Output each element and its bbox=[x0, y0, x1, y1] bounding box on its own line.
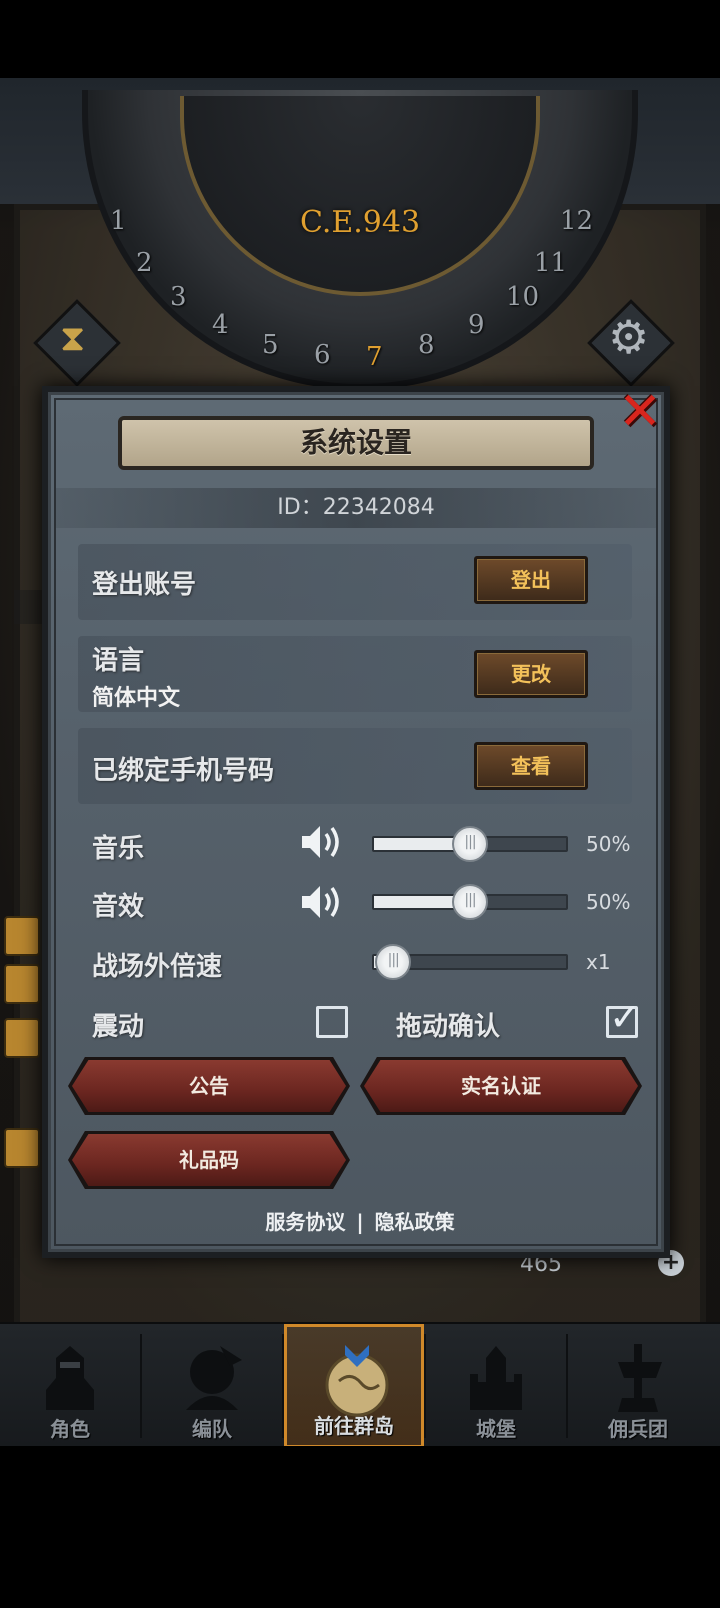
dial-number: 1 bbox=[110, 206, 127, 236]
quest-pin-icon[interactable] bbox=[4, 1018, 40, 1058]
nav-label: 佣兵团 bbox=[608, 1417, 668, 1441]
status-bar-area bbox=[0, 0, 720, 78]
gift-code-button[interactable]: 礼品码 bbox=[72, 1134, 346, 1186]
nav-label: 城堡 bbox=[476, 1417, 516, 1441]
view-phone-button[interactable]: 查看 bbox=[474, 742, 588, 790]
knight-icon bbox=[46, 1346, 94, 1410]
dial-number-current: 7 bbox=[366, 342, 383, 372]
dial-number: 5 bbox=[262, 330, 279, 360]
music-slider[interactable] bbox=[372, 826, 568, 862]
gear-icon: ⚙ bbox=[608, 310, 650, 364]
privacy-policy-link[interactable]: 隐私政策 bbox=[375, 1210, 455, 1234]
nav-label: 前往群岛 bbox=[314, 1414, 394, 1438]
dial-number: 12 bbox=[560, 206, 594, 236]
sfx-value: 50% bbox=[586, 890, 631, 914]
hourglass-icon: ⧗ bbox=[60, 318, 86, 359]
dial-number: 2 bbox=[136, 248, 153, 278]
speed-label: 战场外倍速 bbox=[92, 952, 223, 982]
nav-item-character[interactable]: 角色 bbox=[0, 1324, 140, 1448]
nav-item-islands[interactable]: 前往群岛 bbox=[284, 1324, 424, 1448]
realname-button[interactable]: 实名认证 bbox=[364, 1060, 638, 1112]
link-separator: | bbox=[356, 1210, 364, 1234]
nav-item-castle[interactable]: 城堡 bbox=[426, 1324, 566, 1448]
quest-scroll-icon[interactable] bbox=[4, 916, 40, 956]
legal-links: 服务协议 | 隐私政策 bbox=[0, 1206, 720, 1235]
logout-button[interactable]: 登出 bbox=[474, 556, 588, 604]
vibration-label: 震动 bbox=[92, 1012, 145, 1042]
music-slider-knob[interactable] bbox=[452, 826, 488, 862]
bottom-letterbox bbox=[0, 1446, 720, 1608]
nav-label: 角色 bbox=[50, 1417, 90, 1441]
speed-slider-knob[interactable] bbox=[375, 944, 412, 980]
sfx-label: 音效 bbox=[92, 892, 145, 922]
nav-label: 编队 bbox=[192, 1417, 232, 1441]
drag-confirm-label: 拖动确认 bbox=[396, 1012, 501, 1042]
account-label: 登出账号 bbox=[92, 570, 197, 600]
era-label: C.E.943 bbox=[299, 205, 421, 240]
nav-item-team[interactable]: 编队 bbox=[142, 1324, 282, 1448]
sfx-slider-knob[interactable] bbox=[452, 884, 488, 920]
bottom-navigation: 角色 编队 前往群岛 城堡 佣兵团 bbox=[0, 1322, 720, 1448]
dial-number: 10 bbox=[506, 282, 540, 312]
dialog-title: 系统设置 bbox=[118, 416, 594, 470]
mercenary-icon bbox=[618, 1344, 662, 1412]
speed-slider[interactable] bbox=[372, 944, 568, 980]
speaker-icon[interactable] bbox=[300, 822, 344, 862]
service-agreement-link[interactable]: 服务协议 bbox=[265, 1210, 345, 1234]
music-label: 音乐 bbox=[92, 834, 145, 864]
close-icon[interactable]: ✕ bbox=[612, 386, 668, 442]
drag-confirm-checkbox[interactable]: ✓ bbox=[606, 997, 641, 1038]
search-icon[interactable] bbox=[4, 1128, 40, 1168]
globe-icon bbox=[325, 1345, 389, 1417]
phone-label: 已绑定手机号码 bbox=[92, 756, 275, 786]
speed-value: x1 bbox=[586, 950, 611, 974]
castle-icon bbox=[470, 1346, 522, 1410]
sfx-slider[interactable] bbox=[372, 884, 568, 920]
dial-number: 8 bbox=[418, 330, 435, 360]
change-language-button[interactable]: 更改 bbox=[474, 650, 588, 698]
dial-number: 4 bbox=[212, 310, 229, 340]
nav-item-mercenary[interactable]: 佣兵团 bbox=[568, 1324, 708, 1448]
checkmark-icon: ✓ bbox=[609, 995, 641, 1039]
dial-number: 9 bbox=[468, 310, 485, 340]
quest-scroll-icon[interactable] bbox=[4, 964, 40, 1004]
dial-number: 11 bbox=[534, 248, 568, 278]
player-id: ID：22342084 bbox=[56, 488, 656, 528]
speaker-icon[interactable] bbox=[300, 882, 344, 922]
notice-button[interactable]: 公告 bbox=[72, 1060, 346, 1112]
vibration-checkbox[interactable] bbox=[316, 1006, 348, 1038]
dial-number: 3 bbox=[170, 282, 187, 312]
language-value: 简体中文 bbox=[92, 686, 181, 711]
dial-number: 6 bbox=[314, 340, 331, 370]
team-icon bbox=[186, 1346, 242, 1410]
music-value: 50% bbox=[586, 832, 631, 856]
language-label: 语言 bbox=[92, 646, 145, 676]
